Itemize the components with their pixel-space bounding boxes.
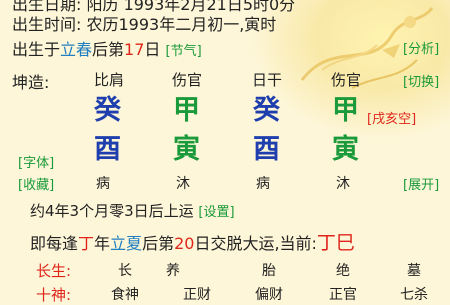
luck-start-text: 约4年3个月零3日后上运 bbox=[30, 202, 194, 220]
solar-term-prefix: 出生于 bbox=[12, 40, 61, 59]
life-stage-3: 病 bbox=[256, 176, 270, 192]
birth-time-label: 出生时间: bbox=[12, 15, 82, 34]
font-link[interactable]: [字体] bbox=[18, 152, 54, 171]
pillar-header-2: 伤官 bbox=[172, 71, 203, 89]
solar-term-mid: 后第 bbox=[92, 40, 125, 59]
row1-cell: 绝 bbox=[336, 263, 350, 279]
settings-link[interactable]: [设置] bbox=[198, 205, 234, 220]
pillar-header-3: 日干 bbox=[252, 71, 283, 89]
void-branches: [戌亥空] bbox=[367, 112, 417, 127]
earthly-branch-1: 酉 bbox=[94, 134, 121, 165]
solar-term-name: 立春 bbox=[60, 40, 93, 59]
heavenly-stem-4: 甲 bbox=[332, 95, 359, 126]
birth-time-line: 出生时间: 农历1993年二月初一,寅时 bbox=[12, 11, 276, 35]
switch-link[interactable]: [切换] bbox=[403, 71, 439, 90]
row2-cell: 正财 bbox=[183, 287, 211, 303]
solar-term-link[interactable]: [节气] bbox=[166, 44, 202, 59]
luck-meet-after: 后第 bbox=[142, 234, 175, 253]
earthly-branch-3: 酉 bbox=[253, 134, 280, 165]
chart-label: 坤造: bbox=[12, 73, 50, 92]
row2-cell: 食神 bbox=[111, 287, 139, 303]
luck-meet-day: 20 bbox=[174, 234, 195, 253]
row2-cell: 七杀 bbox=[400, 287, 428, 303]
row1-label: 长生: bbox=[36, 262, 72, 280]
row2-cell: 正官 bbox=[329, 287, 357, 303]
earthly-branch-4: 寅 bbox=[332, 134, 359, 165]
row1-cell: 长 bbox=[118, 263, 132, 279]
solar-term-line: 出生于立春后第17日 [节气] bbox=[12, 36, 202, 60]
heavenly-stem-2: 甲 bbox=[173, 95, 200, 126]
life-stage-2: 沐 bbox=[176, 176, 190, 192]
life-stage-1: 病 bbox=[96, 176, 110, 192]
luck-transition-line: 即每逢丁年立夏后第20日交脱大运,当前:丁巳 bbox=[30, 228, 355, 255]
collect-link[interactable]: [收藏] bbox=[18, 174, 54, 193]
heavenly-stem-3: 癸 bbox=[253, 95, 280, 126]
solar-term-suffix: 日 bbox=[144, 40, 161, 59]
earthly-branch-2: 寅 bbox=[173, 134, 200, 165]
luck-meet-suffix: 日交脱大运,当前: bbox=[194, 234, 317, 253]
pillar-header-4: 伤官 bbox=[331, 71, 362, 89]
row1-cell: 胎 bbox=[262, 263, 276, 279]
life-stage-4: 沐 bbox=[336, 176, 350, 192]
row1-cell: 养 bbox=[166, 263, 180, 279]
current-luck[interactable]: 丁巳 bbox=[317, 232, 355, 254]
analyze-link[interactable]: [分析] bbox=[403, 38, 439, 57]
luck-start-line: 约4年3个月零3日后上运 [设置] bbox=[30, 200, 235, 221]
pillar-header-1: 比肩 bbox=[94, 71, 125, 89]
expand-link[interactable]: [展开] bbox=[403, 174, 439, 193]
birth-time-value: 农历1993年二月初一,寅时 bbox=[86, 15, 277, 34]
luck-meet-prefix: 即每逢 bbox=[30, 234, 79, 253]
row1-cell: 墓 bbox=[407, 263, 421, 279]
heavenly-stem-1: 癸 bbox=[94, 95, 121, 126]
solar-term-day: 17 bbox=[124, 40, 145, 59]
luck-meet-term: 立夏 bbox=[110, 234, 143, 253]
row2-cell: 偏财 bbox=[255, 287, 283, 303]
luck-meet-stem: 丁 bbox=[78, 234, 95, 253]
luck-meet-mid: 年 bbox=[94, 234, 111, 253]
row2-label: 十神: bbox=[36, 286, 72, 304]
